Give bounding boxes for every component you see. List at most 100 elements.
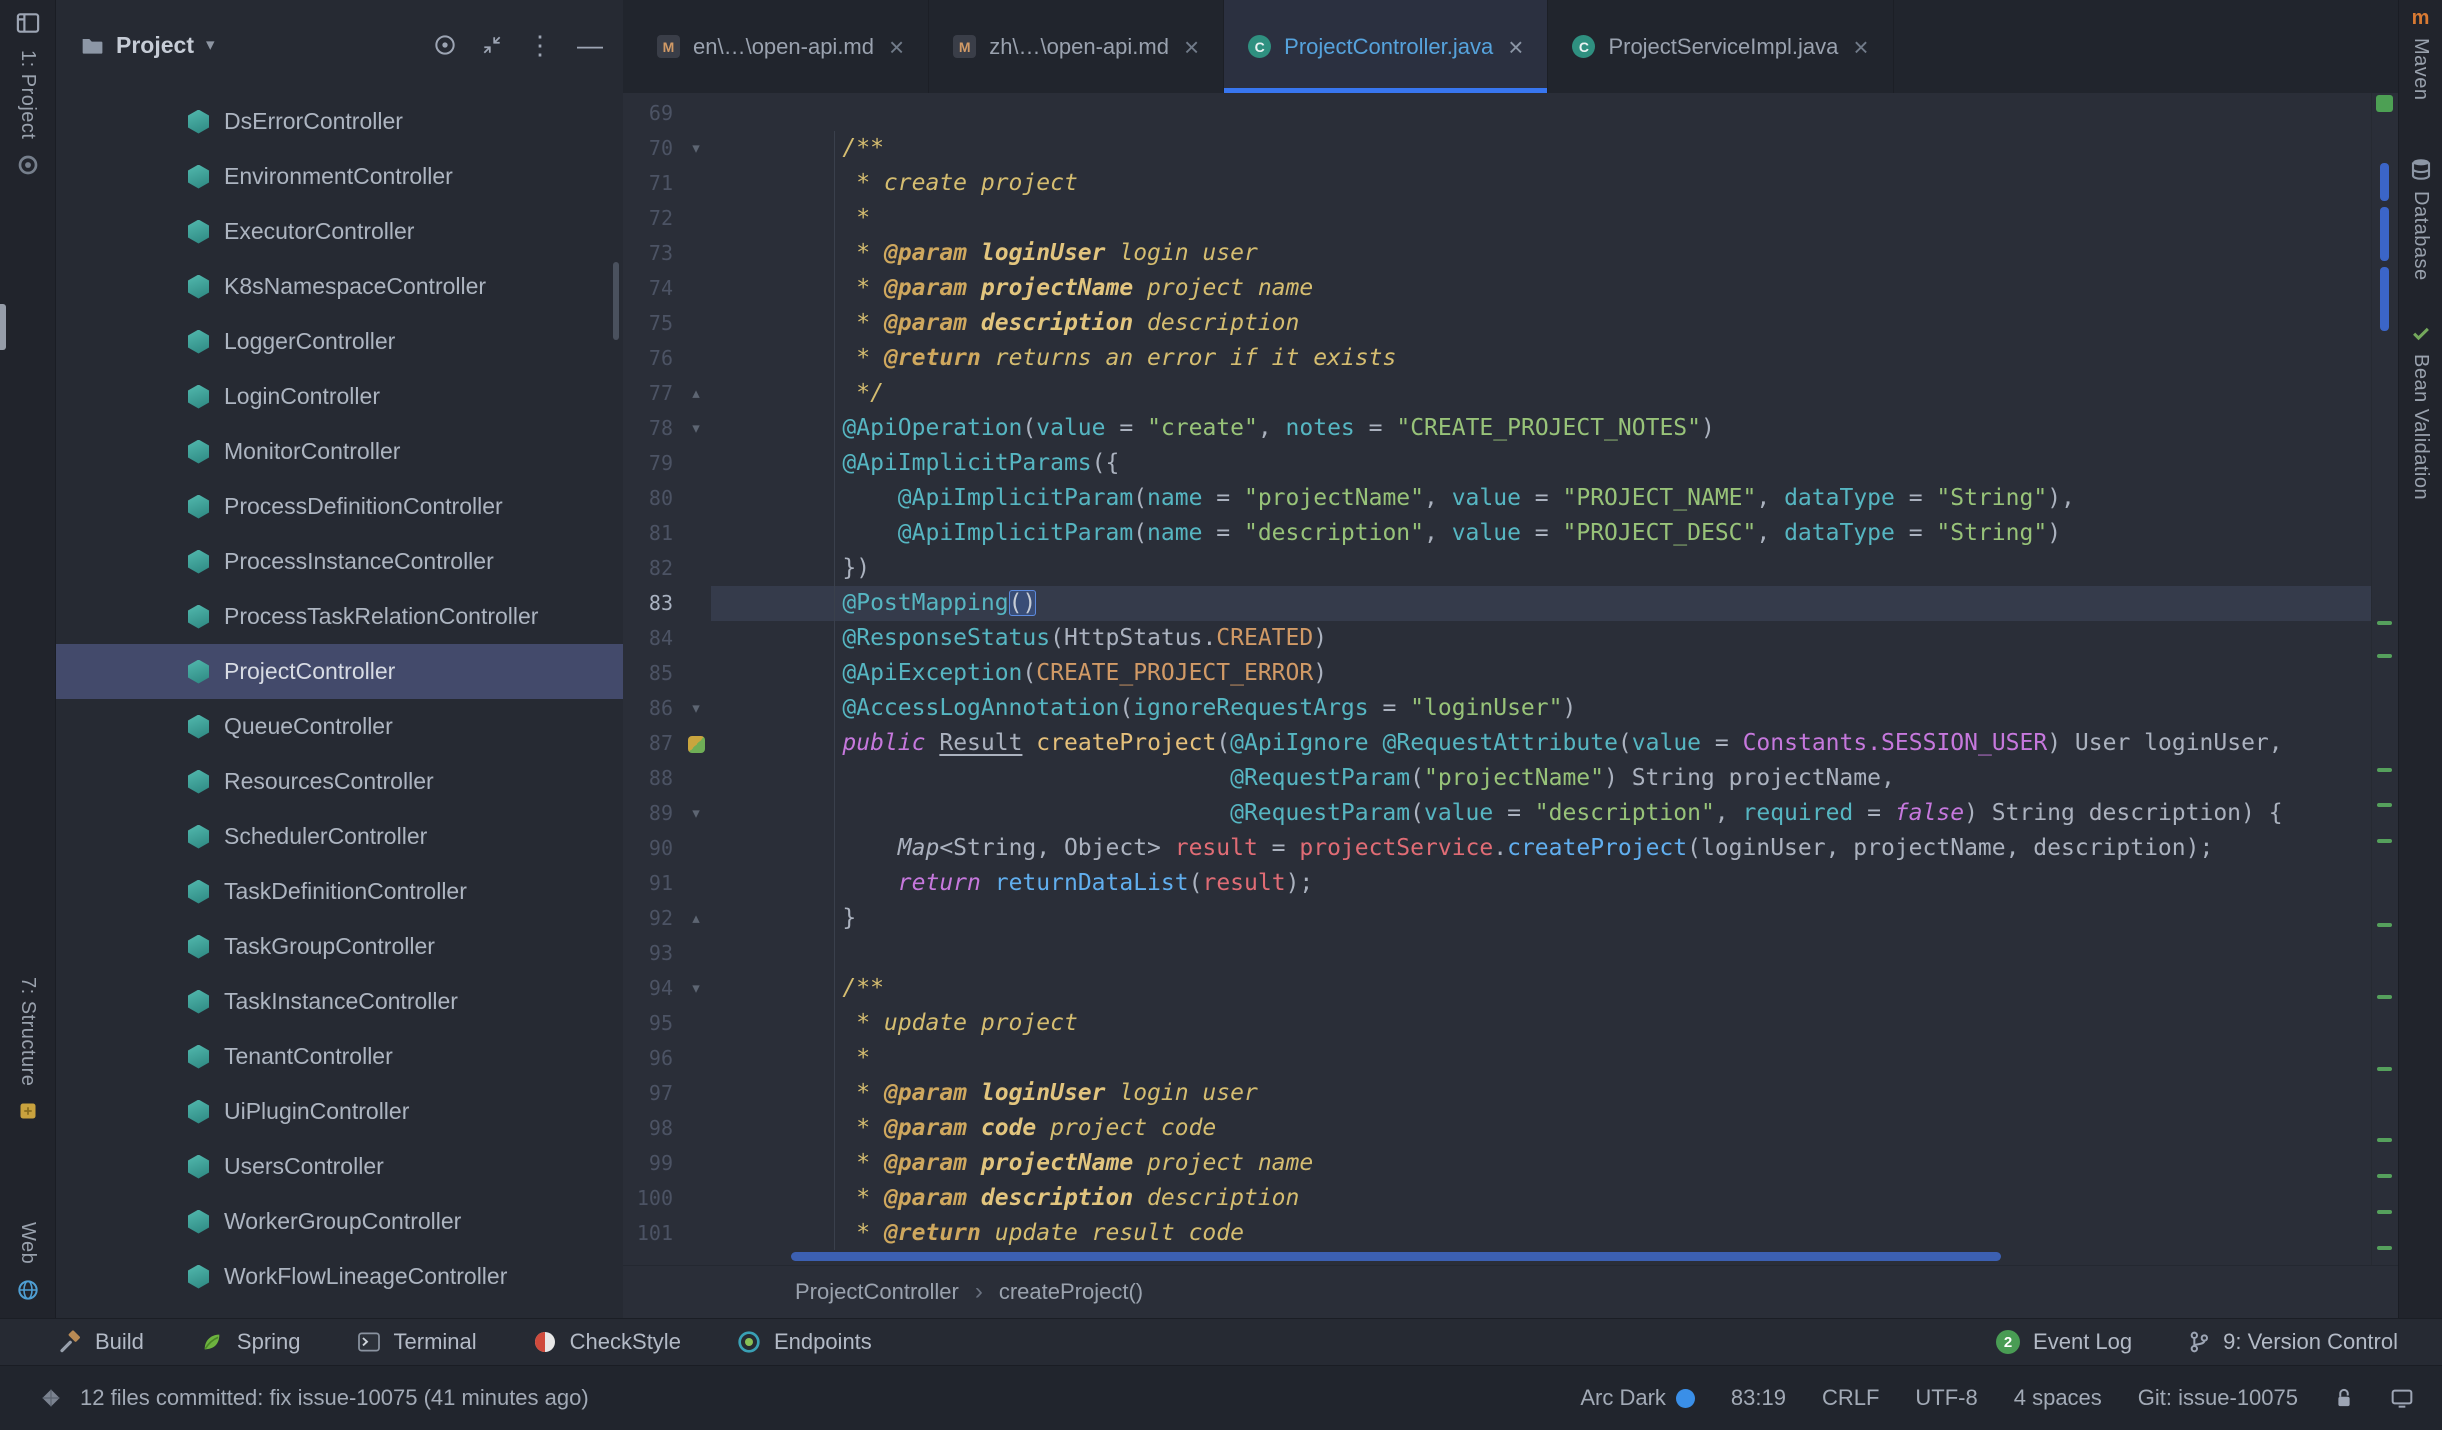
code-line-text[interactable]: * @param description description — [711, 1181, 2372, 1216]
tab-zh-open-api-md[interactable]: Mzh\…\open-api.md× — [929, 0, 1224, 93]
hide-panel-icon[interactable]: — — [577, 32, 603, 58]
endpoints-toolwindow-button[interactable]: Endpoints — [737, 1329, 872, 1355]
close-tab-icon[interactable]: × — [1184, 34, 1199, 60]
tree-item-SchedulerController[interactable]: SchedulerController — [56, 809, 623, 864]
code-line-text[interactable]: @PostMapping() — [711, 586, 2372, 621]
code-line-text[interactable]: public Result createProject(@ApiIgnore @… — [711, 726, 2372, 761]
project-toolwindow-button[interactable]: 1: Project — [15, 10, 41, 177]
tree-item-TaskGroupController[interactable]: TaskGroupController — [56, 919, 623, 974]
git-branch-status[interactable]: Git: issue-10075 — [2138, 1385, 2298, 1411]
tree-item-WorkerGroupController[interactable]: WorkerGroupController — [56, 1194, 623, 1249]
tree-item-WorkFlowLineageController[interactable]: WorkFlowLineageController — [56, 1249, 623, 1304]
tree-item-QueueController[interactable]: QueueController — [56, 699, 623, 754]
code-line-text[interactable] — [711, 96, 2372, 131]
inspection-status-icon[interactable] — [2376, 95, 2393, 112]
code-line-text[interactable]: Map<String, Object> result = projectServ… — [711, 831, 2372, 866]
tree-scrollbar[interactable] — [613, 262, 619, 340]
code-line-text[interactable]: * @return returns an error if it exists — [711, 341, 2372, 376]
editor-scroll-stripe[interactable] — [2371, 93, 2398, 1265]
code-line-text[interactable]: * — [711, 1041, 2372, 1076]
code-line-text[interactable]: * create project — [711, 166, 2372, 201]
structure-toolwindow-button[interactable]: 7: Structure — [16, 977, 39, 1120]
lock-icon[interactable] — [2334, 1386, 2354, 1410]
options-menu-icon[interactable]: ⋮ — [527, 32, 553, 58]
breadcrumb-method[interactable]: createProject() — [999, 1279, 1143, 1305]
code-line-text[interactable]: * @param description description — [711, 306, 2372, 341]
code-line-text[interactable]: @RequestParam("projectName") String proj… — [711, 761, 2372, 796]
tree-item-K8sNamespaceController[interactable]: K8sNamespaceController — [56, 259, 623, 314]
tree-item-UsersController[interactable]: UsersController — [56, 1139, 623, 1194]
tree-item-LoginController[interactable]: LoginController — [56, 369, 623, 424]
code-line-text[interactable]: return returnDataList(result); — [711, 866, 2372, 901]
theme-indicator[interactable]: Arc Dark — [1580, 1385, 1695, 1411]
tree-item-ResourcesController[interactable]: ResourcesController — [56, 754, 623, 809]
code-line-text[interactable]: @RequestParam(value = "description", req… — [711, 796, 2372, 831]
code-line-text[interactable]: /** — [711, 131, 2372, 166]
code-line-text[interactable] — [711, 936, 2372, 971]
code-line-text[interactable]: /** — [711, 971, 2372, 1006]
tree-item-TaskInstanceController[interactable]: TaskInstanceController — [56, 974, 623, 1029]
tree-item-DsErrorController[interactable]: DsErrorController — [56, 94, 623, 149]
file-encoding[interactable]: UTF-8 — [1915, 1385, 1977, 1411]
code-line-text[interactable]: * @param code project code — [711, 1111, 2372, 1146]
code-line-text[interactable]: @ApiOperation(value = "create", notes = … — [711, 411, 2372, 446]
terminal-toolwindow-button[interactable]: Terminal — [357, 1329, 477, 1355]
code-line-text[interactable]: * — [711, 201, 2372, 236]
fold-marker[interactable]: ▾ — [681, 971, 711, 1006]
locate-file-button[interactable] — [433, 33, 457, 57]
breadcrumb-class[interactable]: ProjectController — [795, 1279, 959, 1305]
fold-marker[interactable]: ▾ — [681, 796, 711, 831]
tree-item-ProcessTaskRelationController[interactable]: ProcessTaskRelationController — [56, 589, 623, 644]
horizontal-scrollbar[interactable] — [791, 1252, 2001, 1261]
code-line-text[interactable]: * update project — [711, 1006, 2372, 1041]
code-line-text[interactable]: */ — [711, 376, 2372, 411]
build-toolwindow-button[interactable]: Build — [58, 1329, 144, 1355]
chevron-down-icon[interactable]: ▾ — [206, 35, 215, 55]
spring-toolwindow-button[interactable]: Spring — [200, 1329, 301, 1355]
code-line-text[interactable]: * @return update result code — [711, 1216, 2372, 1251]
fold-marker[interactable]: ▾ — [681, 691, 711, 726]
code-line-text[interactable]: * @param loginUser login user — [711, 236, 2372, 271]
tab-projectcontroller-java[interactable]: CProjectController.java× — [1224, 0, 1548, 93]
code-area[interactable]: 6970▾ /**71 * create project72 *73 * @pa… — [623, 93, 2372, 1265]
tab-en-open-api-md[interactable]: Men\…\open-api.md× — [633, 0, 929, 93]
code-line-text[interactable]: @AccessLogAnnotation(ignoreRequestArgs =… — [711, 691, 2372, 726]
code-line-text[interactable]: @ApiImplicitParam(name = "projectName", … — [711, 481, 2372, 516]
close-tab-icon[interactable]: × — [889, 34, 904, 60]
code-line-text[interactable]: @ResponseStatus(HttpStatus.CREATED) — [711, 621, 2372, 656]
fold-marker[interactable]: ▴ — [681, 376, 711, 411]
event-log-button[interactable]: 2 Event Log — [1996, 1329, 2132, 1355]
fold-marker[interactable]: ▾ — [681, 411, 711, 446]
tree-item-ProcessInstanceController[interactable]: ProcessInstanceController — [56, 534, 623, 589]
reader-mode-icon[interactable] — [2390, 1386, 2414, 1410]
database-toolwindow-button[interactable]: Database — [2409, 157, 2432, 281]
close-tab-icon[interactable]: × — [1508, 34, 1523, 60]
fold-marker[interactable]: ▴ — [681, 901, 711, 936]
editor[interactable]: 6970▾ /**71 * create project72 *73 * @pa… — [623, 93, 2398, 1265]
code-line-text[interactable]: }) — [711, 551, 2372, 586]
tree-item-ProcessDefinitionController[interactable]: ProcessDefinitionController — [56, 479, 623, 534]
tree-item-TenantController[interactable]: TenantController — [56, 1029, 623, 1084]
web-toolwindow-button[interactable]: Web — [16, 1222, 40, 1302]
code-line-text[interactable]: @ApiException(CREATE_PROJECT_ERROR) — [711, 656, 2372, 691]
code-line-text[interactable]: * @param projectName project name — [711, 1146, 2372, 1181]
bean-validation-toolwindow-button[interactable]: Bean Validation — [2409, 322, 2432, 500]
code-line-text[interactable]: } — [711, 901, 2372, 936]
tree-item-ProjectController[interactable]: ProjectController — [56, 644, 623, 699]
tree-item-LoggerController[interactable]: LoggerController — [56, 314, 623, 369]
status-message[interactable]: 12 files committed: fix issue-10075 (41 … — [80, 1385, 589, 1411]
tree-item-MonitorController[interactable]: MonitorController — [56, 424, 623, 479]
collapse-all-button[interactable] — [481, 34, 503, 56]
close-tab-icon[interactable]: × — [1853, 34, 1868, 60]
line-separator[interactable]: CRLF — [1822, 1385, 1879, 1411]
code-line-text[interactable]: * @param projectName project name — [711, 271, 2372, 306]
fold-marker[interactable]: ▾ — [681, 131, 711, 166]
tree-item-ExecutorController[interactable]: ExecutorController — [56, 204, 623, 259]
code-line-text[interactable]: @ApiImplicitParam(name = "description", … — [711, 516, 2372, 551]
tab-projectserviceimpl-java[interactable]: CProjectServiceImpl.java× — [1548, 0, 1893, 93]
commit-toolwindow-icon[interactable] — [16, 153, 40, 177]
version-control-button[interactable]: 9: Version Control — [2188, 1329, 2398, 1355]
checkstyle-toolwindow-button[interactable]: CheckStyle — [533, 1329, 681, 1355]
caret-position[interactable]: 83:19 — [1731, 1385, 1786, 1411]
tree-item-EnvironmentController[interactable]: EnvironmentController — [56, 149, 623, 204]
